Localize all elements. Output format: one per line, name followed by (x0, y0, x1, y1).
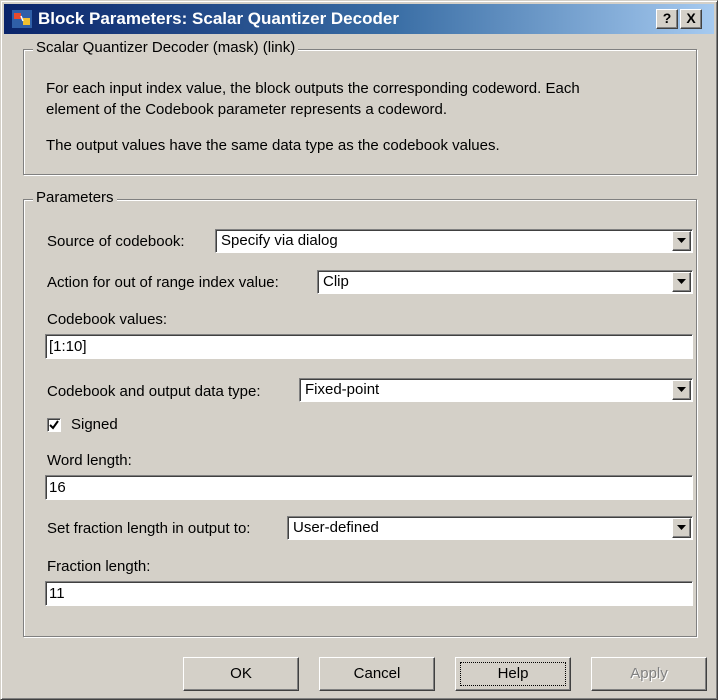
fraction-length-value: 11 (49, 585, 65, 602)
data-type-dropdown[interactable]: Fixed-point (299, 378, 693, 402)
word-length-value: 16 (49, 479, 66, 496)
fraction-mode-dropdown[interactable]: User-defined (287, 516, 693, 540)
question-mark-icon: ? (662, 10, 672, 26)
window-title: Block Parameters: Scalar Quantizer Decod… (38, 9, 399, 28)
help-button[interactable]: Help (455, 657, 571, 691)
source-of-codebook-value: Specify via dialog (221, 232, 338, 249)
codebook-values-input[interactable]: [1:10] (45, 334, 693, 359)
fraction-length-input[interactable]: 11 (45, 581, 693, 606)
description-line-2: element of the Codebook parameter repres… (46, 101, 448, 118)
word-length-input[interactable]: 16 (45, 475, 693, 500)
apply-button[interactable]: Apply (591, 657, 707, 691)
signed-label: Signed (71, 416, 118, 433)
close-button[interactable]: X (680, 9, 702, 29)
codebook-values-label: Codebook values: (47, 311, 168, 328)
fraction-length-label: Fraction length: (47, 558, 151, 575)
cancel-button-label: Cancel (353, 665, 401, 682)
description-legend: Scalar Quantizer Decoder (mask) (link) (33, 39, 299, 56)
description-line-1: For each input index value, the block ou… (46, 80, 580, 97)
out-of-range-action-dropdown[interactable]: Clip (317, 270, 693, 294)
simulink-block-icon (12, 10, 32, 28)
description-line-3: The output values have the same data typ… (46, 137, 500, 154)
out-of-range-action-value: Clip (323, 273, 349, 290)
codebook-values-value: [1:10] (49, 338, 87, 355)
out-of-range-action-label: Action for out of range index value: (47, 274, 279, 291)
checkmark-icon (49, 420, 59, 430)
ok-button-label: OK (230, 665, 252, 682)
data-type-label: Codebook and output data type: (47, 383, 261, 400)
fraction-mode-label: Set fraction length in output to: (47, 520, 251, 537)
chevron-down-icon[interactable] (672, 231, 691, 251)
fraction-mode-value: User-defined (293, 519, 379, 536)
cancel-button[interactable]: Cancel (319, 657, 435, 691)
close-icon: X (686, 10, 696, 26)
help-button-label: Help (497, 665, 529, 682)
chevron-down-icon[interactable] (672, 272, 691, 292)
source-of-codebook-label: Source of codebook: (47, 233, 185, 250)
word-length-label: Word length: (47, 452, 132, 469)
apply-button-label: Apply (630, 665, 668, 682)
parameters-legend: Parameters (33, 189, 117, 206)
description-group: Scalar Quantizer Decoder (mask) (link) F… (23, 39, 697, 175)
title-bar[interactable]: Block Parameters: Scalar Quantizer Decod… (4, 4, 714, 34)
context-help-button[interactable]: ? (656, 9, 678, 29)
chevron-down-icon[interactable] (672, 518, 691, 538)
signed-checkbox[interactable] (47, 418, 61, 432)
source-of-codebook-dropdown[interactable]: Specify via dialog (215, 229, 693, 253)
data-type-value: Fixed-point (305, 381, 380, 398)
ok-button[interactable]: OK (183, 657, 299, 691)
dialog-window: Block Parameters: Scalar Quantizer Decod… (0, 0, 718, 700)
chevron-down-icon[interactable] (672, 380, 691, 400)
